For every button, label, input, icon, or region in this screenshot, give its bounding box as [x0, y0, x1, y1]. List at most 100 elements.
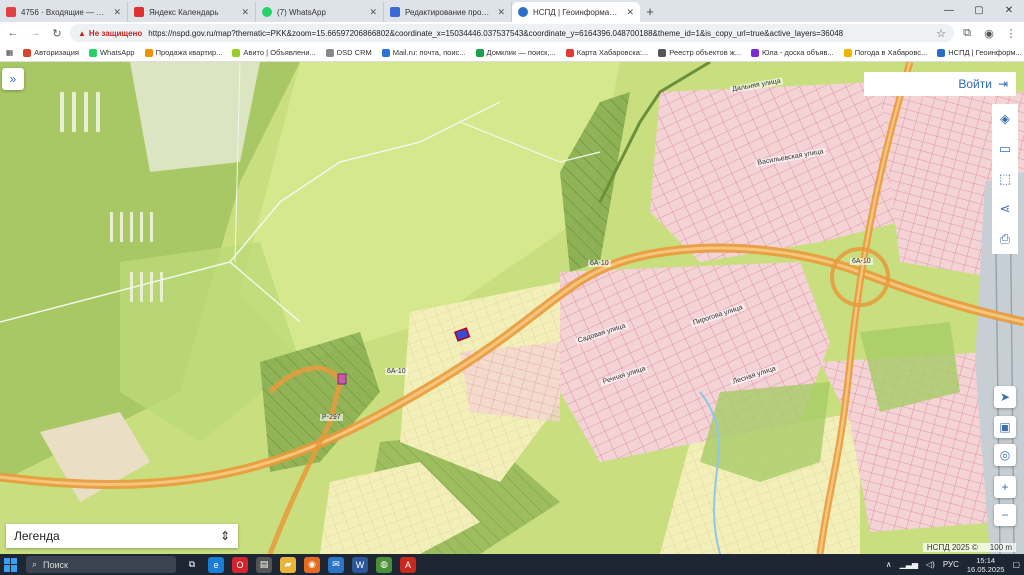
browser-tab-calendar[interactable]: Яндекс Календарь ✕ — [128, 2, 256, 22]
edge-icon[interactable]: e — [208, 556, 224, 573]
tab-title: НСПД | Геоинформационный — [533, 7, 621, 17]
omnibox[interactable]: ▲ Не защищено https://nspd.gov.ru/map?th… — [70, 24, 954, 42]
browser-tab-editor[interactable]: Редактирование продавца сэ ✕ — [384, 2, 512, 22]
bookmark-item[interactable]: Карта Хабаровска:... — [565, 48, 648, 57]
close-tab-icon[interactable]: ✕ — [497, 7, 505, 18]
browser-tab-nspd[interactable]: НСПД | Геоинформационный ✕ — [512, 2, 640, 22]
bookmark-label: Погода в Хабаровс... — [854, 48, 928, 57]
bookmark-label: Mail.ru: почта, поис... — [392, 48, 466, 57]
highlighted-parcel[interactable] — [337, 373, 347, 385]
url-text[interactable]: https://nspd.gov.ru/map?thematic=PKK&zoo… — [148, 29, 930, 38]
mail-icon[interactable]: ✉ — [328, 556, 344, 573]
chevron-up-icon[interactable]: ∧ — [886, 560, 892, 569]
expand-panel-button[interactable]: » — [2, 68, 24, 90]
bookmark-item[interactable]: Авито | Объявлени... — [232, 48, 316, 57]
maximize-button[interactable]: ▢ — [964, 0, 994, 22]
bookmark-favicon-icon — [88, 48, 97, 57]
print-icon[interactable]: ⎙ — [1000, 224, 1010, 254]
close-window-button[interactable]: ✕ — [994, 0, 1024, 22]
zoom-out-button[interactable]: − — [994, 504, 1016, 526]
bookmark-item[interactable]: Продажа квартир... — [144, 48, 223, 57]
volume-icon[interactable]: ◁) — [926, 560, 935, 569]
close-tab-icon[interactable]: ✕ — [113, 7, 121, 18]
new-tab-button[interactable]: + — [640, 2, 660, 22]
profile-icon[interactable]: ◉ — [980, 27, 998, 40]
menu-icon[interactable]: ⋮ — [1002, 27, 1020, 40]
scale-text: 100 m — [989, 543, 1012, 552]
map-canvas[interactable]: 6А-10 6А-10 Р-297 6А-10 Садовая улица Пи… — [0, 62, 1024, 554]
bookmark-item[interactable]: НСПД | Геоинформ... — [937, 48, 1022, 57]
close-tab-icon[interactable]: ✕ — [241, 7, 249, 18]
chrome-icon[interactable]: ◍ — [376, 556, 392, 573]
map-view-button[interactable]: ▣ — [994, 416, 1016, 438]
location-arrow-icon: ➤ — [999, 390, 1011, 404]
bookmark-item[interactable]: DSD CRM — [325, 48, 372, 57]
insecure-label: Не защищено — [88, 28, 143, 38]
extensions-icon[interactable]: ⧉ — [958, 27, 976, 40]
layers-icon[interactable]: ◈ — [1000, 104, 1010, 134]
word-icon[interactable]: W — [352, 556, 368, 573]
bookmark-favicon-icon — [144, 48, 153, 57]
close-tab-icon[interactable]: ✕ — [626, 7, 634, 18]
firefox-icon[interactable]: ◉ — [304, 556, 320, 573]
bookmark-label: WhatsApp — [99, 48, 135, 57]
zoom-in-button[interactable]: + — [994, 476, 1016, 498]
browser-tab-whatsapp[interactable]: (7) WhatsApp ✕ — [256, 2, 384, 22]
taskbar-search[interactable]: ⌕ Поиск — [26, 556, 176, 573]
geolocation-button[interactable]: ◎ — [994, 444, 1016, 466]
close-tab-icon[interactable]: ✕ — [369, 7, 377, 18]
store-icon[interactable]: ▤ — [256, 556, 272, 573]
road-label: Р-297 — [320, 414, 343, 421]
apps-icon[interactable]: ▦ — [6, 48, 13, 57]
system-tray: ∧ ▁▃▅ ◁) РУС 15:14 16.05.2025 ▢ — [886, 556, 1020, 574]
reload-icon[interactable]: ↻ — [48, 27, 66, 40]
language-indicator[interactable]: РУС — [943, 560, 959, 569]
bookmark-item[interactable]: Mail.ru: почта, поис... — [381, 48, 466, 57]
window-controls: — ▢ ✕ — [934, 0, 1024, 22]
back-icon[interactable]: ← — [4, 27, 22, 39]
bookmark-favicon-icon — [475, 48, 484, 57]
double-chevron-right-icon: » — [9, 72, 17, 86]
bookmark-item[interactable]: Авторизация — [23, 48, 79, 57]
bookmark-item[interactable]: Юла - доска объяв... — [751, 48, 834, 57]
locate-button[interactable]: ➤ — [994, 386, 1016, 408]
minimize-button[interactable]: — — [934, 0, 964, 22]
clock[interactable]: 15:14 16.05.2025 — [967, 556, 1005, 574]
bookmark-label: Домклик — поиск,... — [486, 48, 556, 57]
tab-bar: 4756 · Входящие — Яндекс По ✕ Яндекс Кал… — [0, 0, 1024, 22]
time: 15:14 — [976, 555, 996, 565]
minus-icon: − — [1001, 508, 1009, 522]
bookmark-item[interactable]: Домклик — поиск,... — [475, 48, 556, 57]
login-button[interactable]: Войти ⇥ — [864, 72, 1016, 96]
bookmark-label: Продажа квартир... — [155, 48, 223, 57]
nspd-favicon-icon — [518, 7, 528, 17]
windows-start-icon[interactable] — [4, 557, 18, 572]
bookmark-label: Реестр объектов ж... — [669, 48, 742, 57]
copyright-text: НСПД 2025 © — [926, 543, 978, 552]
bookmark-item[interactable]: Погода в Хабаровс... — [843, 48, 928, 57]
address-bar: ← → ↻ ▲ Не защищено https://nspd.gov.ru/… — [0, 22, 1024, 44]
ruler-icon[interactable]: ▭ — [999, 134, 1011, 164]
browser-tab-mail[interactable]: 4756 · Входящие — Яндекс По ✕ — [0, 2, 128, 22]
select-area-icon[interactable]: ⬚ — [999, 164, 1011, 194]
bookmark-item[interactable]: WhatsApp — [88, 48, 135, 57]
task-view-icon[interactable]: ⧉ — [184, 557, 200, 573]
opera-icon[interactable]: O — [232, 556, 248, 573]
bookmark-favicon-icon — [937, 48, 946, 57]
insecure-indicator[interactable]: ▲ Не защищено — [78, 29, 142, 38]
share-icon[interactable]: ⋖ — [1000, 194, 1011, 224]
bookmark-star-icon[interactable]: ☆ — [936, 27, 946, 40]
notifications-icon[interactable]: ▢ — [1012, 560, 1020, 569]
road-label: 6А-10 — [850, 258, 873, 265]
taskbar: ⌕ Поиск ⧉ e O ▤ ▰ ◉ ✉ W ◍ A ∧ ▁▃▅ ◁) РУС… — [0, 554, 1024, 575]
pdf-icon[interactable]: A — [400, 556, 416, 573]
network-icon[interactable]: ▁▃▅ — [900, 560, 918, 569]
tab-title: Яндекс Календарь — [149, 7, 219, 17]
editor-favicon-icon — [390, 7, 400, 17]
legend-dropdown[interactable]: Легенда ⇕ — [6, 524, 238, 548]
login-label: Войти — [958, 77, 992, 91]
bookmark-item[interactable]: Реестр объектов ж... — [658, 48, 741, 57]
date: 16.05.2025 — [966, 564, 1005, 574]
forward-icon[interactable]: → — [26, 27, 44, 39]
explorer-icon[interactable]: ▰ — [280, 556, 296, 573]
